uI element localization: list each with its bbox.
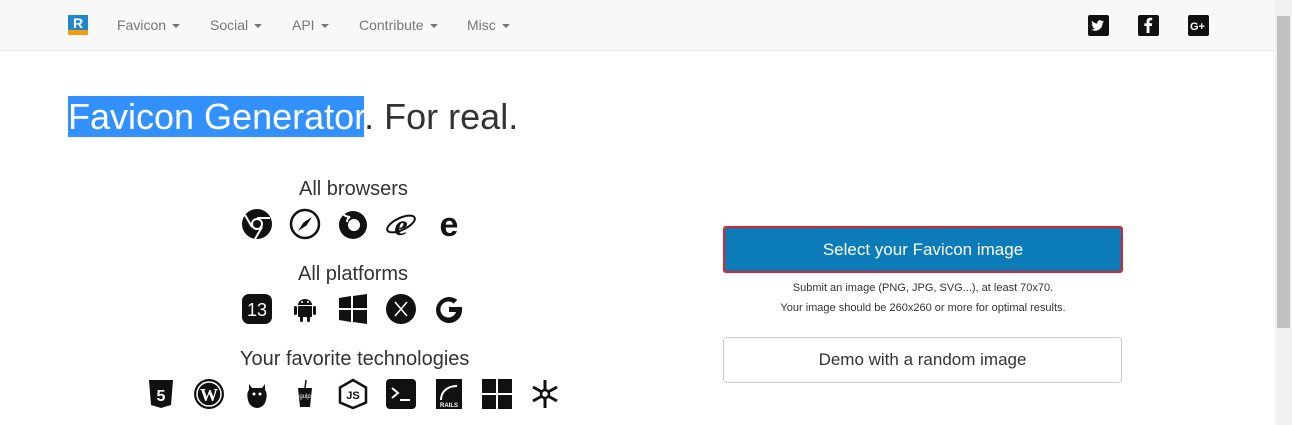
facebook-icon[interactable] <box>1138 15 1159 36</box>
chevron-down-icon <box>172 24 181 29</box>
edge-icon: e <box>433 208 465 240</box>
safari-icon <box>289 208 321 240</box>
ios-13-icon: 13 <box>241 293 273 325</box>
scrollbar-thumb[interactable] <box>1277 16 1290 328</box>
chrome-icon <box>241 208 273 240</box>
nav-contribute-menu[interactable]: Contribute <box>359 17 438 33</box>
grunt-icon <box>241 378 273 410</box>
nav-contribute-label: Contribute <box>359 17 424 33</box>
vertical-scrollbar[interactable] <box>1275 0 1292 425</box>
windows-icon <box>337 293 369 325</box>
nav-misc-menu[interactable]: Misc <box>467 17 510 33</box>
svg-text:R: R <box>73 15 83 31</box>
platforms-title: All platforms <box>298 263 409 285</box>
nodejs-icon: JS <box>337 378 369 410</box>
svg-text:G+: G+ <box>1190 21 1205 33</box>
google-icon <box>433 293 465 325</box>
svg-text:e: e <box>440 208 459 240</box>
size-hint-text: Your image should be 260x260 or more for… <box>780 302 1066 314</box>
browsers-title: All browsers <box>299 178 408 200</box>
twitter-icon[interactable] <box>1088 15 1109 36</box>
rails-icon: RAILS <box>433 378 465 410</box>
svg-text:e: e <box>394 209 407 240</box>
svg-text:5: 5 <box>157 388 166 405</box>
wordpress-icon: W <box>193 378 225 410</box>
nav-favicon-label: Favicon <box>117 17 167 33</box>
cli-icon <box>385 378 417 410</box>
firefox-icon <box>337 208 369 240</box>
top-navbar: R Favicon Social API Contribute Misc G+ <box>0 0 1275 51</box>
nav-misc-label: Misc <box>467 17 496 33</box>
page-title-highlight: Favicon Generator <box>68 96 365 137</box>
google-plus-icon[interactable]: G+ <box>1188 15 1209 36</box>
chevron-down-icon <box>501 24 510 29</box>
select-favicon-image-button[interactable]: Select your Favicon image <box>723 226 1123 273</box>
nav-favicon-menu[interactable]: Favicon <box>117 17 181 33</box>
realfavicon-logo-icon[interactable]: R <box>68 15 88 35</box>
svg-text:RAILS: RAILS <box>440 403 458 409</box>
internet-explorer-icon: e <box>385 208 417 240</box>
nav-api-menu[interactable]: API <box>292 17 329 33</box>
page-title-rest: . For real. <box>364 96 519 137</box>
html5-icon: 5 <box>145 378 177 410</box>
chevron-down-icon <box>429 24 438 29</box>
page-title: Favicon Generator. For real. <box>68 95 518 139</box>
svg-text:gulp: gulp <box>299 394 311 400</box>
nav-api-label: API <box>292 17 315 33</box>
svg-text:W: W <box>200 385 218 405</box>
svg-text:13: 13 <box>247 300 267 320</box>
gulp-icon: gulp <box>289 378 321 410</box>
nav-social-menu[interactable]: Social <box>210 17 263 33</box>
svg-text:JS: JS <box>346 390 359 402</box>
chevron-down-icon <box>254 24 263 29</box>
upload-hint-text: Submit an image (PNG, JPG, SVG...), at l… <box>792 282 1054 294</box>
android-icon <box>289 293 321 325</box>
aspnet-icon <box>481 378 513 410</box>
demo-random-image-button[interactable]: Demo with a random image <box>723 337 1122 383</box>
chevron-down-icon <box>320 24 329 29</box>
asterisk-icon <box>529 378 561 410</box>
technologies-title: Your favorite technologies <box>240 348 470 370</box>
nav-social-label: Social <box>210 17 249 33</box>
macos-x-icon <box>385 293 417 325</box>
